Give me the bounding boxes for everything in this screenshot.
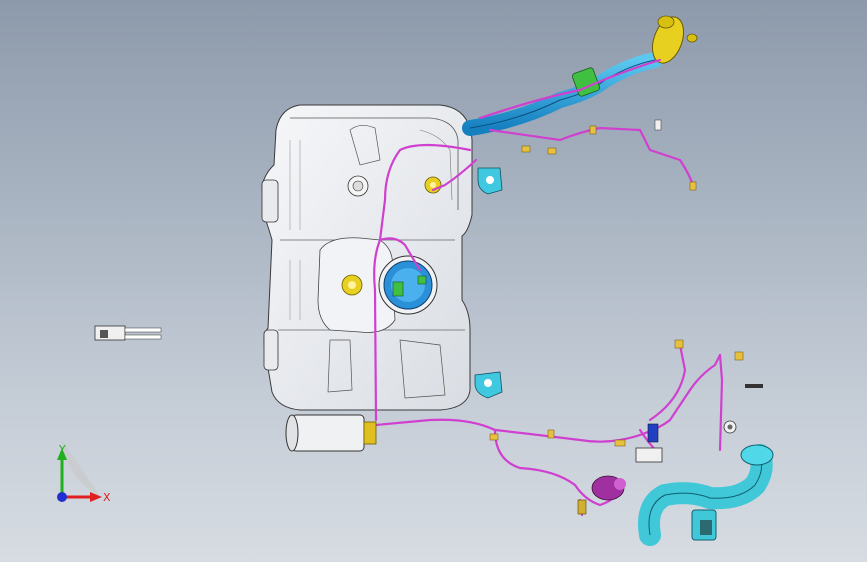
yellow-valve-left[interactable] xyxy=(341,274,363,296)
tank-bracket-top[interactable] xyxy=(477,167,503,195)
x-axis-label: X xyxy=(103,491,111,504)
cad-viewport[interactable]: Y X xyxy=(0,0,867,562)
fuel-tank[interactable] xyxy=(261,104,473,411)
axis-triad: Y X xyxy=(57,440,111,504)
washer-part[interactable] xyxy=(723,420,737,434)
carbon-canister[interactable] xyxy=(285,414,377,452)
assembly-scene[interactable]: Y X xyxy=(0,0,867,562)
tank-bracket-bottom[interactable] xyxy=(474,371,503,399)
sensor-clip[interactable] xyxy=(94,325,162,341)
purge-valve[interactable] xyxy=(591,475,626,501)
fuel-pump-module[interactable] xyxy=(378,255,438,315)
y-axis-label: Y xyxy=(58,443,66,456)
lower-pipe-assembly[interactable] xyxy=(638,444,774,546)
